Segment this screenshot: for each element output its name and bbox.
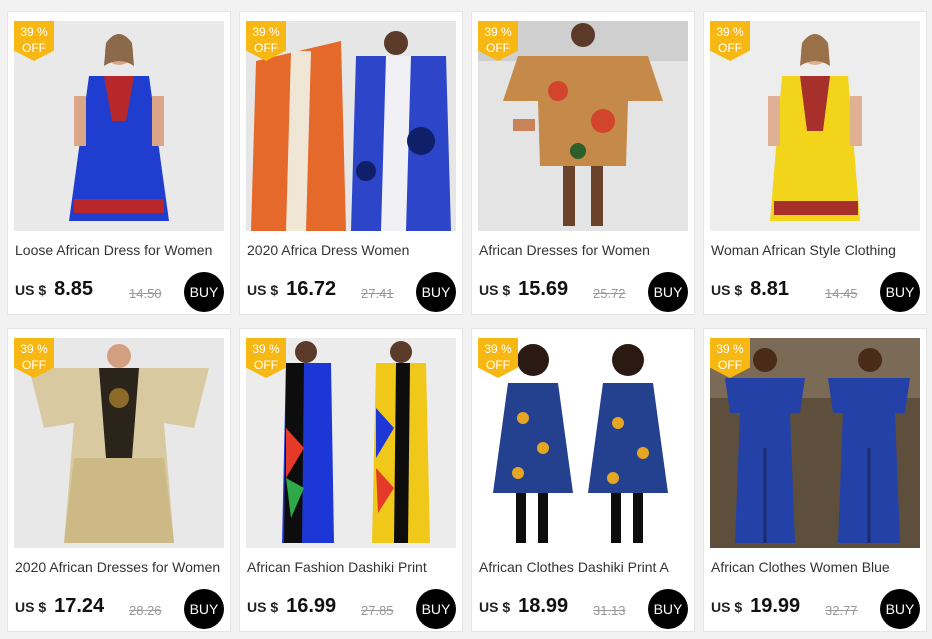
price-row: US $ 18.99 bbox=[479, 595, 568, 621]
buy-button[interactable]: BUY bbox=[416, 589, 456, 629]
discount-percent: 39 % bbox=[20, 342, 48, 356]
sale-price: 8.81 bbox=[750, 278, 790, 300]
product-card[interactable]: 39 % OFF 2020 Africa Dress Women US $ 16… bbox=[239, 11, 463, 315]
original-price: 31.13 bbox=[593, 603, 626, 618]
currency-label: US $ bbox=[247, 599, 279, 615]
sale-price: 16.72 bbox=[286, 278, 337, 300]
product-title[interactable]: 2020 African Dresses for Women bbox=[15, 559, 223, 575]
discount-percent: 39 % bbox=[716, 342, 744, 356]
sale-price: 15.69 bbox=[518, 278, 569, 300]
discount-off-label: OFF bbox=[22, 41, 46, 55]
discount-percent: 39 % bbox=[484, 342, 512, 356]
discount-percent: 39 % bbox=[20, 25, 48, 39]
product-card[interactable]: 39 % OFF Loose African Dress for Women U… bbox=[7, 11, 231, 315]
product-image[interactable]: 39 % OFF bbox=[14, 21, 224, 231]
discount-off-label: OFF bbox=[254, 358, 278, 372]
currency-label: US $ bbox=[711, 599, 743, 615]
product-card[interactable]: 39 % OFF Woman African Style Clothing US… bbox=[703, 11, 927, 315]
discount-percent: 39 % bbox=[484, 25, 512, 39]
product-card[interactable]: 39 % OFF African Clothes Dashiki Print A… bbox=[471, 328, 695, 632]
product-title[interactable]: 2020 Africa Dress Women bbox=[247, 242, 455, 258]
discount-off-label: OFF bbox=[718, 358, 742, 372]
buy-button[interactable]: BUY bbox=[880, 272, 920, 312]
currency-label: US $ bbox=[479, 282, 511, 298]
discount-off-label: OFF bbox=[486, 41, 510, 55]
product-title[interactable]: African Clothes Women Blue bbox=[711, 559, 919, 575]
product-title[interactable]: African Clothes Dashiki Print A bbox=[479, 559, 687, 575]
product-card[interactable]: 39 % OFF African Dresses for Women US $ … bbox=[471, 11, 695, 315]
product-card[interactable]: 39 % OFF 2020 African Dresses for Women … bbox=[7, 328, 231, 632]
discount-off-label: OFF bbox=[486, 358, 510, 372]
price-row: US $ 8.81 bbox=[711, 278, 789, 304]
sale-price: 17.24 bbox=[54, 595, 105, 617]
original-price: 27.85 bbox=[361, 603, 394, 618]
original-price: 25.72 bbox=[593, 286, 626, 301]
product-card[interactable]: 39 % OFF African Clothes Women Blue US $… bbox=[703, 328, 927, 632]
buy-button[interactable]: BUY bbox=[880, 589, 920, 629]
product-image[interactable]: 39 % OFF bbox=[710, 338, 920, 548]
currency-label: US $ bbox=[247, 282, 279, 298]
original-price: 14.45 bbox=[825, 286, 858, 301]
original-price: 14.50 bbox=[129, 286, 162, 301]
buy-button[interactable]: BUY bbox=[648, 272, 688, 312]
price-row: US $ 8.85 bbox=[15, 278, 93, 304]
discount-off-label: OFF bbox=[22, 358, 46, 372]
product-image[interactable]: 39 % OFF bbox=[246, 21, 456, 231]
product-image[interactable]: 39 % OFF bbox=[710, 21, 920, 231]
currency-label: US $ bbox=[479, 599, 511, 615]
discount-off-label: OFF bbox=[254, 41, 278, 55]
original-price: 32.77 bbox=[825, 603, 858, 618]
product-grid: 39 % OFF Loose African Dress for Women U… bbox=[0, 0, 932, 639]
product-title[interactable]: African Dresses for Women bbox=[479, 242, 687, 258]
currency-label: US $ bbox=[711, 282, 743, 298]
price-row: US $ 15.69 bbox=[479, 278, 568, 304]
buy-button[interactable]: BUY bbox=[184, 589, 224, 629]
discount-percent: 39 % bbox=[716, 25, 744, 39]
price-row: US $ 19.99 bbox=[711, 595, 800, 621]
discount-off-label: OFF bbox=[718, 41, 742, 55]
price-row: US $ 17.24 bbox=[15, 595, 104, 621]
sale-price: 16.99 bbox=[286, 595, 337, 617]
sale-price: 18.99 bbox=[518, 595, 569, 617]
discount-percent: 39 % bbox=[252, 342, 280, 356]
product-card[interactable]: 39 % OFF African Fashion Dashiki Print U… bbox=[239, 328, 463, 632]
product-image[interactable]: 39 % OFF bbox=[246, 338, 456, 548]
original-price: 27.41 bbox=[361, 286, 394, 301]
product-image[interactable]: 39 % OFF bbox=[14, 338, 224, 548]
original-price: 28.26 bbox=[129, 603, 162, 618]
discount-percent: 39 % bbox=[252, 25, 280, 39]
price-row: US $ 16.72 bbox=[247, 278, 336, 304]
buy-button[interactable]: BUY bbox=[648, 589, 688, 629]
price-row: US $ 16.99 bbox=[247, 595, 336, 621]
sale-price: 8.85 bbox=[54, 278, 94, 300]
product-title[interactable]: Loose African Dress for Women bbox=[15, 242, 223, 258]
product-title[interactable]: African Fashion Dashiki Print bbox=[247, 559, 455, 575]
product-title[interactable]: Woman African Style Clothing bbox=[711, 242, 919, 258]
sale-price: 19.99 bbox=[750, 595, 801, 617]
buy-button[interactable]: BUY bbox=[184, 272, 224, 312]
currency-label: US $ bbox=[15, 282, 47, 298]
buy-button[interactable]: BUY bbox=[416, 272, 456, 312]
product-image[interactable]: 39 % OFF bbox=[478, 21, 688, 231]
product-image[interactable]: 39 % OFF bbox=[478, 338, 688, 548]
currency-label: US $ bbox=[15, 599, 47, 615]
